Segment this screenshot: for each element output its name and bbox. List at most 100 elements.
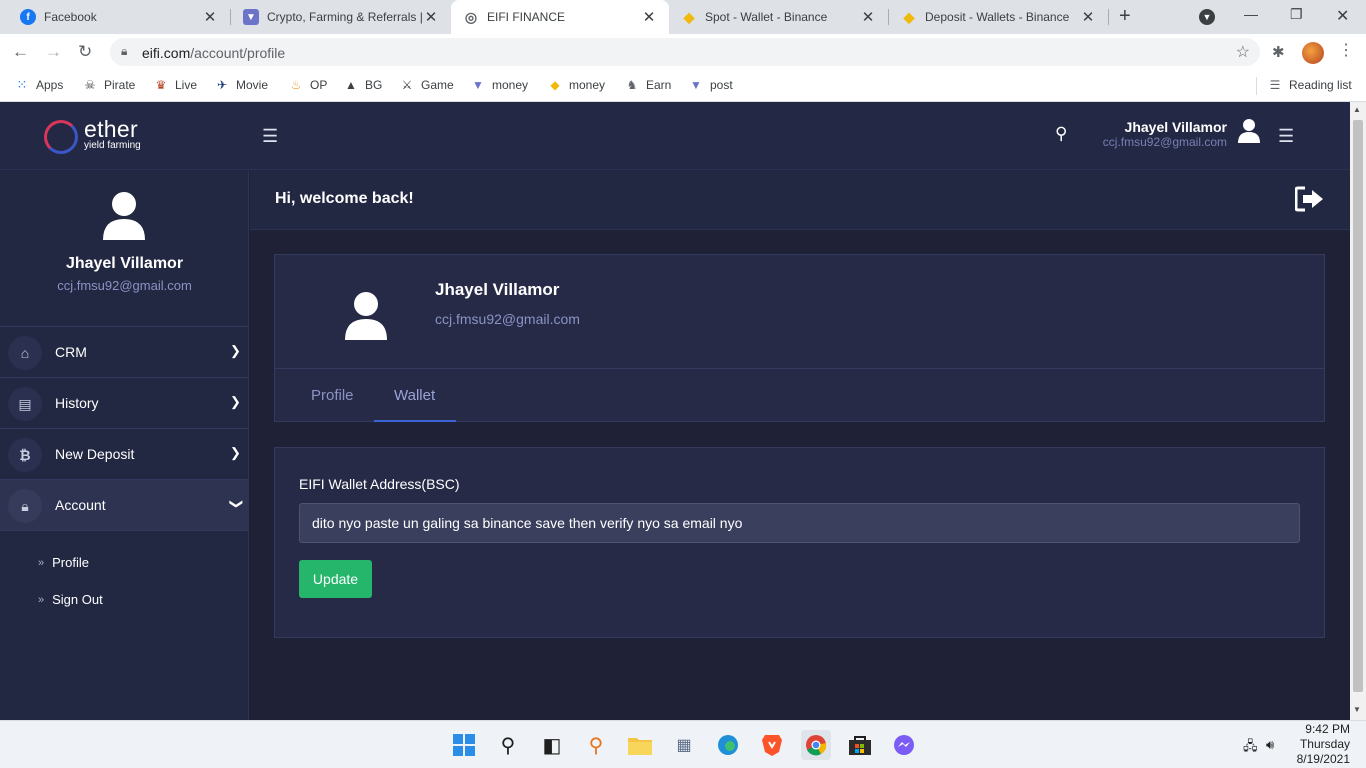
back-icon[interactable]: ←: [12, 42, 29, 62]
page-scrollbar[interactable]: ▲ ▼: [1350, 102, 1366, 720]
file-explorer-icon[interactable]: [627, 732, 653, 758]
brave-browser-icon[interactable]: [759, 732, 785, 758]
address-bar[interactable]: 🔒︎ eifi.com/account/profile ☆: [110, 38, 1260, 66]
bookmark-post[interactable]: ▼ post: [688, 77, 733, 93]
tab-search-icon[interactable]: ▼: [1199, 9, 1215, 25]
close-tab-icon[interactable]: ✕: [202, 8, 218, 26]
bookmark-label: OP: [310, 78, 328, 92]
bookmark-pirate[interactable]: ☠ Pirate: [82, 77, 136, 93]
volume-icon[interactable]: 🔊︎: [1266, 737, 1274, 753]
network-icon[interactable]: 🖧︎: [1243, 737, 1258, 759]
live-icon: ♛: [155, 78, 167, 92]
tab-profile[interactable]: Profile: [311, 387, 354, 404]
sidebar-toggle-icon[interactable]: ☰: [262, 126, 278, 147]
divider: [275, 368, 1324, 369]
microsoft-store-icon[interactable]: [847, 732, 873, 758]
browser-tab-crypto[interactable]: ▼ Crypto, Farming & Referrals | ✕: [231, 0, 451, 34]
bookmark-bg[interactable]: ▲ BG: [343, 77, 382, 93]
close-tab-icon[interactable]: ✕: [860, 8, 876, 26]
bookmark-star-icon[interactable]: ☆: [1236, 42, 1250, 62]
profile-avatar-icon[interactable]: [1302, 42, 1324, 64]
reload-icon[interactable]: ↻: [78, 42, 92, 62]
globe-icon: ◎: [463, 8, 479, 25]
double-chevron-icon: »: [38, 556, 45, 569]
photos-app-icon[interactable]: ▦: [671, 732, 697, 758]
close-tab-icon[interactable]: ✕: [641, 8, 657, 26]
bookmark-divider: [1256, 77, 1257, 95]
magnifier-app-icon[interactable]: ⚲: [583, 732, 609, 758]
app-top-navbar: ether yield farming ☰ ⚲ Jhayel Villamor …: [0, 102, 1350, 170]
bookmark-movie[interactable]: ✈ Movie: [214, 77, 268, 93]
close-tab-icon[interactable]: ✕: [423, 8, 439, 26]
top-user-name: Jhayel Villamor: [1124, 119, 1227, 135]
bitcoin-icon: ₿: [8, 438, 42, 472]
tab-title: Spot - Wallet - Binance: [705, 10, 828, 24]
sidebar-item-new-deposit[interactable]: ₿ New Deposit ❯: [0, 429, 249, 480]
top-user-info[interactable]: Jhayel Villamor ccj.fmsu92@gmail.com: [1103, 119, 1227, 149]
scroll-down-icon[interactable]: ▼: [1353, 705, 1361, 714]
sidebar: Jhayel Villamor ccj.fmsu92@gmail.com ⌂ C…: [0, 170, 249, 720]
crypto-shield-icon: ▼: [243, 9, 259, 25]
sidebar-item-history[interactable]: ▤ History ❯: [0, 378, 249, 429]
browser-tab-spot-wallet[interactable]: ◆ Spot - Wallet - Binance ✕: [669, 0, 888, 34]
forward-icon[interactable]: →: [45, 42, 62, 62]
binance-icon: ◆: [903, 8, 915, 25]
browser-menu-icon[interactable]: ⋮: [1338, 40, 1354, 60]
browser-tab-eifi[interactable]: ◎ EIFI FINANCE ✕: [451, 0, 669, 34]
search-icon[interactable]: ⚲: [1055, 124, 1067, 144]
new-tab-icon[interactable]: +: [1119, 5, 1131, 28]
browser-tab-deposit-wallets[interactable]: ◆ Deposit - Wallets - Binance ✕: [889, 0, 1108, 34]
user-avatar-icon[interactable]: [1238, 118, 1260, 144]
bookmark-money[interactable]: ▼ money: [470, 77, 528, 93]
binance-icon: ◆: [683, 8, 695, 25]
wallet-address-input[interactable]: [299, 503, 1300, 543]
clock-time: 9:42 PM: [1305, 722, 1350, 736]
sidebar-item-account[interactable]: 🔒︎ Account ❯: [0, 480, 249, 531]
sidebar-item-crm[interactable]: ⌂ CRM ❯: [0, 327, 249, 378]
chrome-browser-icon[interactable]: [801, 730, 831, 760]
search-icon[interactable]: ⚲: [495, 732, 521, 758]
tab-wallet[interactable]: Wallet: [394, 387, 435, 404]
apps-grid-icon: ⁙: [16, 77, 28, 92]
browser-toolbar: ← → ↻ 🔒︎ eifi.com/account/profile ☆ ✱ ⋮: [0, 34, 1366, 70]
bookmark-money-2[interactable]: ◆ money: [547, 77, 605, 93]
system-clock[interactable]: 9:42 PM Thursday 8/19/2021: [1297, 722, 1350, 767]
bookmark-label: Game: [421, 78, 454, 92]
scroll-up-icon[interactable]: ▲: [1353, 105, 1361, 114]
bookmark-label: Pirate: [104, 78, 136, 92]
sidebar-subitem-sign-out[interactable]: » Sign Out: [38, 592, 103, 607]
options-menu-icon[interactable]: ☰: [1278, 126, 1294, 147]
bg-icon: ▲: [345, 78, 357, 92]
user-avatar-icon: [345, 292, 387, 340]
bookmark-game[interactable]: ⚔ Game: [399, 77, 454, 93]
bookmarks-bar: ⁙ Apps ☠ Pirate ♛ Live ✈ Movie ♨ OP ▲ BG ⚔ Game…: [0, 70, 1366, 102]
window-close-icon[interactable]: ✕: [1336, 6, 1349, 26]
logout-icon[interactable]: [1295, 186, 1325, 212]
profile-user-email: ccj.fmsu92@gmail.com: [435, 311, 580, 327]
chevron-right-icon: ❯: [230, 445, 241, 460]
chevron-down-icon: ❯: [229, 498, 245, 510]
scrollbar-thumb[interactable]: [1353, 120, 1363, 692]
wallet-form-card: EIFI Wallet Address(BSC) Update: [274, 447, 1325, 638]
sidebar-subitem-label: Sign Out: [52, 592, 103, 607]
windows-start-icon[interactable]: [451, 732, 477, 758]
bookmark-live[interactable]: ♛ Live: [153, 77, 197, 93]
update-button[interactable]: Update: [299, 560, 372, 598]
bookmark-op[interactable]: ♨ OP: [288, 77, 328, 93]
reading-list[interactable]: ☰ Reading list: [1267, 77, 1352, 93]
task-view-icon[interactable]: ◧: [539, 732, 565, 758]
bookmark-apps[interactable]: ⁙ Apps: [14, 77, 64, 93]
messenger-icon[interactable]: [891, 732, 917, 758]
extensions-puzzle-icon[interactable]: ✱: [1272, 43, 1285, 61]
home-icon: ⌂: [8, 336, 42, 370]
sidebar-item-label: CRM: [55, 344, 87, 360]
sidebar-item-label: New Deposit: [55, 446, 135, 462]
maximize-icon[interactable]: ❐: [1290, 6, 1303, 23]
browser-tab-facebook[interactable]: f Facebook ✕: [8, 0, 230, 34]
bookmark-earn[interactable]: ♞ Earn: [624, 77, 672, 93]
close-tab-icon[interactable]: ✕: [1080, 8, 1096, 26]
edge-browser-icon[interactable]: [715, 732, 741, 758]
sidebar-subitem-profile[interactable]: » Profile: [38, 555, 89, 570]
minimize-icon[interactable]: —: [1244, 6, 1258, 22]
reading-list-icon: ☰: [1269, 78, 1281, 92]
